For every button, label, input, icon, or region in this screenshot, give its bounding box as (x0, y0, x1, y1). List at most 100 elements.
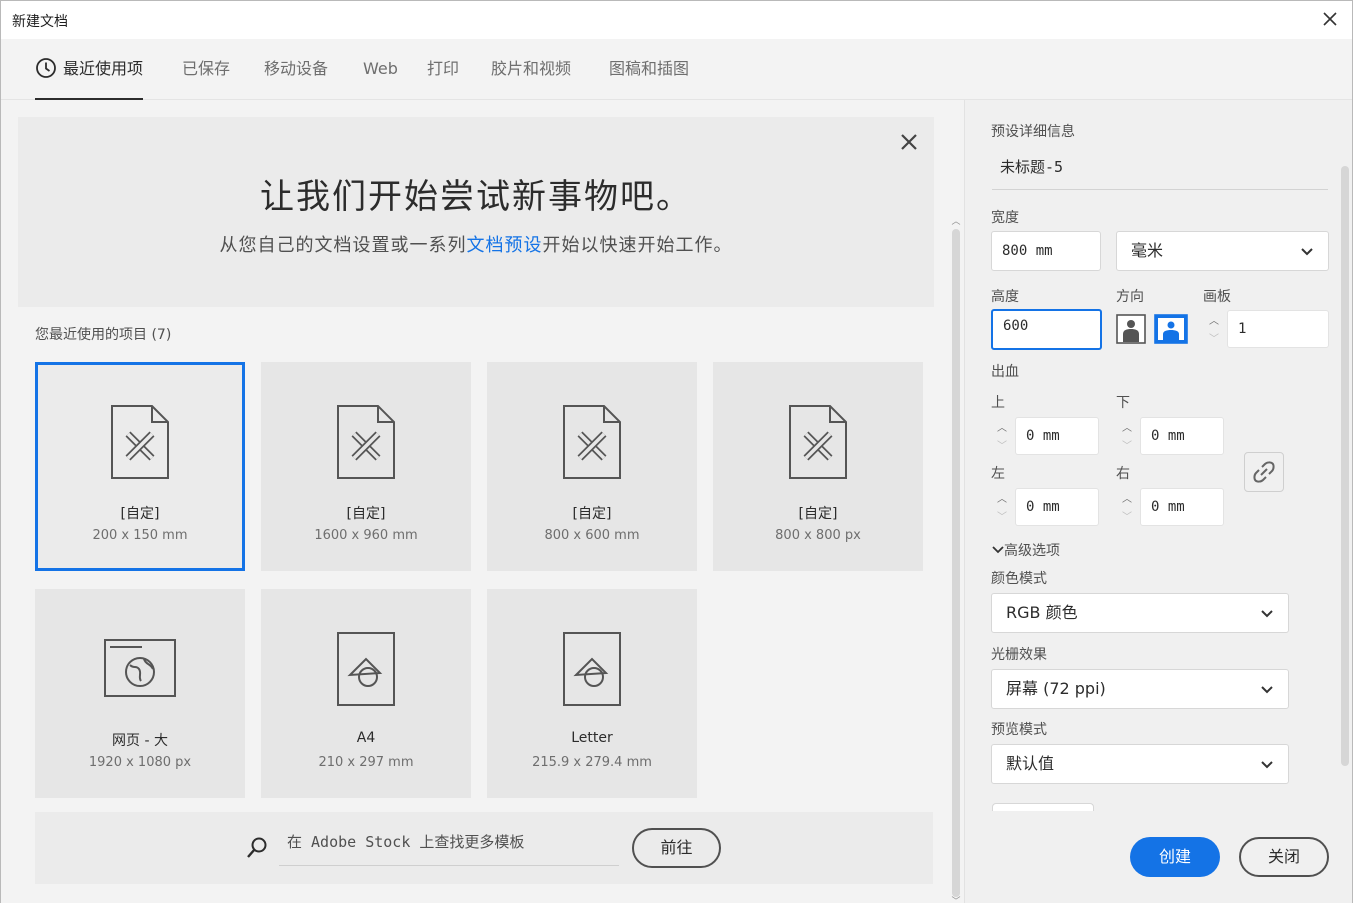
raster-effects-label: 光栅效果 (991, 647, 1047, 663)
item-name: [自定] (572, 506, 612, 522)
color-mode-value: RGB 颜色 (1006, 603, 1078, 622)
item-size: 200 x 150 mm (92, 528, 188, 543)
custom-document-icon (261, 404, 471, 480)
stepper-arrows[interactable]: ︿ ﹀ (1116, 417, 1140, 455)
recent-item-card[interactable]: Letter 215.9 x 279.4 mm (487, 589, 697, 798)
scrollbar-thumb[interactable] (952, 229, 960, 897)
recent-item-card[interactable]: [自定] 800 x 800 px (713, 362, 923, 571)
new-document-dialog: 新建文档 最近使用项 已保存 移动设备 Web 打印 胶片和视频 图稿和插图 让… (0, 0, 1353, 903)
document-presets-link[interactable]: 文档预设 (467, 235, 543, 256)
portrait-orientation-icon[interactable] (1116, 314, 1146, 344)
tab-film-video[interactable]: 胶片和视频 (491, 39, 571, 100)
decrement-icon[interactable]: ﹀ (1209, 330, 1219, 345)
close-icon[interactable] (1318, 7, 1342, 31)
preset-details-panel: 预设详细信息 未标题-5 宽度 800 mm 毫米 高度 方向 画板 600 ︿… (964, 100, 1352, 903)
bleed-bottom-label: 下 (1116, 395, 1130, 411)
stepper-arrows[interactable]: ︿ ﹀ (991, 488, 1015, 526)
unit-value: 毫米 (1131, 241, 1164, 260)
dismiss-banner-icon[interactable] (898, 131, 920, 153)
more-settings-button[interactable] (992, 803, 1094, 811)
link-bleed-button[interactable] (1244, 452, 1284, 492)
recent-item-card[interactable]: A4 210 x 297 mm (261, 589, 471, 798)
artboards-stepper[interactable]: ︿ ﹀ 1 (1203, 310, 1329, 348)
preview-mode-select[interactable]: 默认值 (991, 744, 1289, 784)
landscape-orientation-icon[interactable] (1154, 314, 1188, 344)
scrollbar-thumb[interactable] (1341, 166, 1349, 766)
go-button[interactable]: 前往 (632, 828, 721, 868)
increment-icon[interactable]: ︿ (997, 419, 1007, 434)
decrement-icon[interactable]: ﹀ (997, 508, 1007, 523)
category-tabs: 最近使用项 已保存 移动设备 Web 打印 胶片和视频 图稿和插图 (1, 39, 1352, 100)
artboards-label: 画板 (1203, 289, 1231, 305)
color-mode-select[interactable]: RGB 颜色 (991, 593, 1289, 633)
scroll-up-icon[interactable]: ︿ (950, 217, 962, 227)
item-name: [自定] (120, 506, 160, 522)
custom-document-icon (38, 404, 242, 480)
tab-label: 最近使用项 (63, 59, 144, 78)
bleed-label: 出血 (991, 364, 1019, 380)
bleed-left-value: 0 mm (1015, 488, 1099, 526)
item-name: A4 (356, 730, 376, 746)
width-field[interactable]: 800 mm (991, 231, 1101, 271)
bleed-right-value: 0 mm (1140, 488, 1224, 526)
recent-item-card[interactable]: [自定] 1600 x 960 mm (261, 362, 471, 571)
welcome-subtitle: 从您自己的文档设置或一系列文档预设开始以快速开始工作。 (18, 231, 934, 257)
stepper-arrows[interactable]: ︿ ﹀ (991, 417, 1015, 455)
recent-items-title: 您最近使用的项目 (7) (35, 327, 172, 343)
width-label: 宽度 (991, 210, 1019, 226)
preview-mode-value: 默认值 (1006, 754, 1055, 773)
bleed-top-label: 上 (991, 395, 1005, 411)
preview-mode-label: 预览模式 (991, 722, 1047, 738)
item-name: [自定] (798, 506, 838, 522)
custom-document-icon (487, 404, 697, 480)
advanced-options-toggle[interactable]: 高级选项 (992, 540, 1060, 560)
bleed-right-label: 右 (1116, 466, 1130, 482)
bleed-top-stepper[interactable]: ︿ ﹀ 0 mm (991, 417, 1099, 455)
width-value: 800 mm (1002, 243, 1053, 259)
raster-effects-select[interactable]: 屏幕 (72 ppi) (991, 669, 1289, 709)
clock-icon (36, 58, 56, 78)
unit-select[interactable]: 毫米 (1116, 231, 1329, 271)
presets-scrollbar[interactable]: ︿ ﹀ (950, 217, 962, 903)
close-button[interactable]: 关闭 (1239, 837, 1329, 877)
decrement-icon[interactable]: ﹀ (997, 437, 1007, 452)
stock-search-input[interactable]: 在 Adobe Stock 上查找更多模板 (279, 828, 619, 866)
raster-effects-value: 屏幕 (72 ppi) (1006, 679, 1106, 698)
create-button[interactable]: 创建 (1130, 837, 1220, 877)
decrement-icon[interactable]: ﹀ (1122, 437, 1132, 452)
details-scrollbar[interactable] (1339, 152, 1351, 812)
bleed-bottom-stepper[interactable]: ︿ ﹀ 0 mm (1116, 417, 1224, 455)
tab-mobile[interactable]: 移动设备 (264, 39, 328, 100)
welcome-banner: 让我们开始尝试新事物吧。 从您自己的文档设置或一系列文档预设开始以快速开始工作。 (18, 117, 934, 307)
bleed-top-value: 0 mm (1015, 417, 1099, 455)
recent-item-card[interactable]: [自定] 200 x 150 mm (35, 362, 245, 571)
details-section-title: 预设详细信息 (991, 124, 1075, 140)
height-value: 600 (1003, 318, 1029, 334)
chevron-down-icon (1301, 248, 1313, 256)
tab-saved[interactable]: 已保存 (182, 39, 230, 100)
decrement-icon[interactable]: ﹀ (1122, 508, 1132, 523)
increment-icon[interactable]: ︿ (1122, 490, 1132, 505)
tab-recent[interactable]: 最近使用项 (35, 39, 144, 100)
item-name: Letter (571, 730, 613, 746)
stepper-arrows[interactable]: ︿ ﹀ (1203, 310, 1227, 348)
stepper-arrows[interactable]: ︿ ﹀ (1116, 488, 1140, 526)
height-field[interactable]: 600 (991, 309, 1102, 350)
height-label: 高度 (991, 289, 1019, 305)
orientation-label: 方向 (1116, 289, 1144, 305)
tab-web[interactable]: Web (363, 39, 398, 100)
scroll-down-icon[interactable]: ﹀ (950, 897, 962, 903)
recent-item-card[interactable]: 网页 - 大 1920 x 1080 px (35, 589, 245, 798)
search-icon (247, 837, 267, 858)
recent-item-card[interactable]: [自定] 800 x 600 mm (487, 362, 697, 571)
increment-icon[interactable]: ︿ (997, 490, 1007, 505)
bleed-right-stepper[interactable]: ︿ ﹀ 0 mm (1116, 488, 1224, 526)
increment-icon[interactable]: ︿ (1209, 312, 1219, 327)
subtitle-text-end: 开始以快速开始工作。 (542, 235, 733, 256)
tab-art-illustration[interactable]: 图稿和插图 (609, 39, 689, 100)
tab-print[interactable]: 打印 (427, 39, 459, 100)
bleed-left-stepper[interactable]: ︿ ﹀ 0 mm (991, 488, 1099, 526)
document-name-field[interactable]: 未标题-5 (992, 144, 1328, 190)
stock-search-bar: 在 Adobe Stock 上查找更多模板 前往 (35, 812, 933, 884)
increment-icon[interactable]: ︿ (1122, 419, 1132, 434)
